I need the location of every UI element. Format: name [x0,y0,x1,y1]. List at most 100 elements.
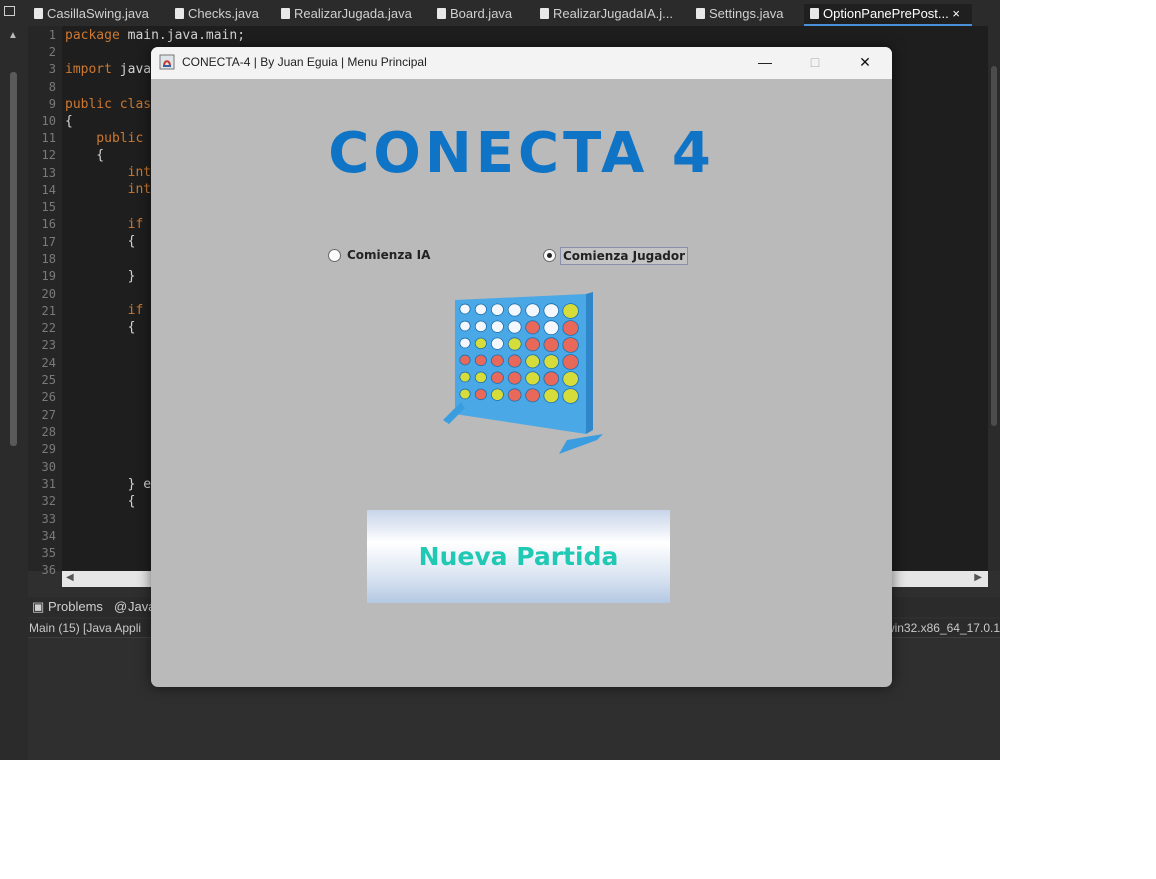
line-number: 17 [41,235,56,249]
board-foot-right [559,434,603,454]
code-line: } [65,269,136,284]
board-disc [543,303,560,319]
line-number: 26 [41,390,56,404]
scroll-up-icon[interactable]: ▲ [8,30,18,41]
line-number: 18 [41,252,56,266]
line-number: 10 [41,114,56,128]
line-number: 33 [41,512,56,526]
tab-board[interactable]: Board.java [437,4,512,24]
new-game-button[interactable]: Nueva Partida [367,510,670,603]
line-number: 3 [48,62,56,76]
board-disc [490,303,504,316]
board-disc [490,388,504,401]
scroll-thumb[interactable] [10,72,17,446]
board-disc [562,303,579,319]
minimize-button[interactable]: — [742,47,788,79]
board-disc [543,337,560,353]
line-number: 13 [41,166,56,180]
radio-button-selected[interactable] [543,249,556,262]
code-keyword: import [65,62,112,77]
code-line: if [65,217,144,232]
board-disc [507,354,522,368]
code-line: } e [65,477,152,492]
line-number: 21 [41,304,56,318]
java-file-icon [696,8,705,19]
line-number: 34 [41,529,56,543]
line-number: 15 [41,200,56,214]
line-number: 36 [41,563,56,577]
line-number: 11 [41,131,56,145]
board-disc [507,337,522,351]
board-disc [474,371,487,384]
editor-vertical-scrollbar[interactable] [988,26,1000,571]
tab-settings[interactable]: Settings.java [696,4,783,24]
board-disc [490,354,504,367]
line-number: 23 [41,338,56,352]
left-scroll-rail: ▲ [0,26,28,760]
tab-checks[interactable]: Checks.java [175,4,259,24]
board-disc [474,388,487,401]
line-number: 31 [41,477,56,491]
radio-button-unselected[interactable] [328,249,341,262]
tab-option-pane[interactable]: OptionPanePrePost... × [804,4,972,26]
code-line: int [65,165,152,180]
board-disc [525,388,540,403]
radio-label: Comienza IA [347,248,431,262]
tab-casilla-swing[interactable]: CasillaSwing.java [34,4,149,24]
line-number: 35 [41,546,56,560]
board-disc [562,388,579,404]
board-disc [507,371,522,385]
code-line: public [65,131,144,146]
code-line: { [65,234,136,249]
code-text: main.java.main; [119,28,246,43]
board-disc [543,354,560,370]
window-titlebar[interactable]: CONECTA-4 | By Juan Eguia | Menu Princip… [151,47,892,79]
board-disc [490,320,504,333]
tab-realizar-jugada[interactable]: RealizarJugada.java [281,4,412,24]
code-line: public clas [65,97,152,112]
window-title: CONECTA-4 | By Juan Eguia | Menu Princip… [182,55,427,69]
line-number: 30 [41,460,56,474]
line-number: 32 [41,494,56,508]
line-number: 20 [41,287,56,301]
editor-tab-bar: CasillaSwing.java Checks.java RealizarJu… [0,0,1000,27]
radio-label: Comienza Jugador [560,247,689,265]
javadoc-icon: @ [114,599,128,614]
java-file-icon [281,8,290,19]
board-disc [459,303,471,315]
tab-label: Checks.java [188,6,259,21]
scroll-left-icon[interactable]: ◀ [66,572,74,583]
line-number: 1 [48,28,56,42]
board-disc [507,303,522,317]
problems-icon: ▣ [32,599,45,614]
tab-label: OptionPanePrePost... [823,6,949,21]
close-button[interactable]: ✕ [842,47,888,79]
board-disc [525,303,540,318]
java-file-icon [175,8,184,19]
line-number: 8 [48,80,56,94]
tab-realizar-jugada-ia[interactable]: RealizarJugadaIA.j... [540,4,673,24]
conecta4-main-menu-window: CONECTA-4 | By Juan Eguia | Menu Princip… [151,47,892,687]
board-disc [459,320,471,332]
board-disc [543,371,560,387]
line-number: 28 [41,425,56,439]
restore-icon[interactable] [4,6,15,16]
code-line: { [65,114,73,129]
maximize-button[interactable]: □ [792,47,838,79]
scroll-right-icon[interactable]: ▶ [974,572,982,583]
code-text: java [111,62,152,77]
java-file-icon [437,8,446,19]
game-title: CONECTA 4 [328,121,715,186]
tab-problems[interactable]: Problems [48,599,103,614]
board-disc [525,371,540,386]
code-line: if [65,303,144,318]
close-tab-icon[interactable]: × [952,6,960,21]
board-disc [525,320,540,335]
scroll-thumb[interactable] [991,66,997,426]
code-line: int [65,182,152,197]
board-disc [562,320,579,336]
code-line: { [65,148,105,163]
board-disc [525,337,540,352]
line-number: 16 [41,217,56,231]
line-number: 24 [41,356,56,370]
